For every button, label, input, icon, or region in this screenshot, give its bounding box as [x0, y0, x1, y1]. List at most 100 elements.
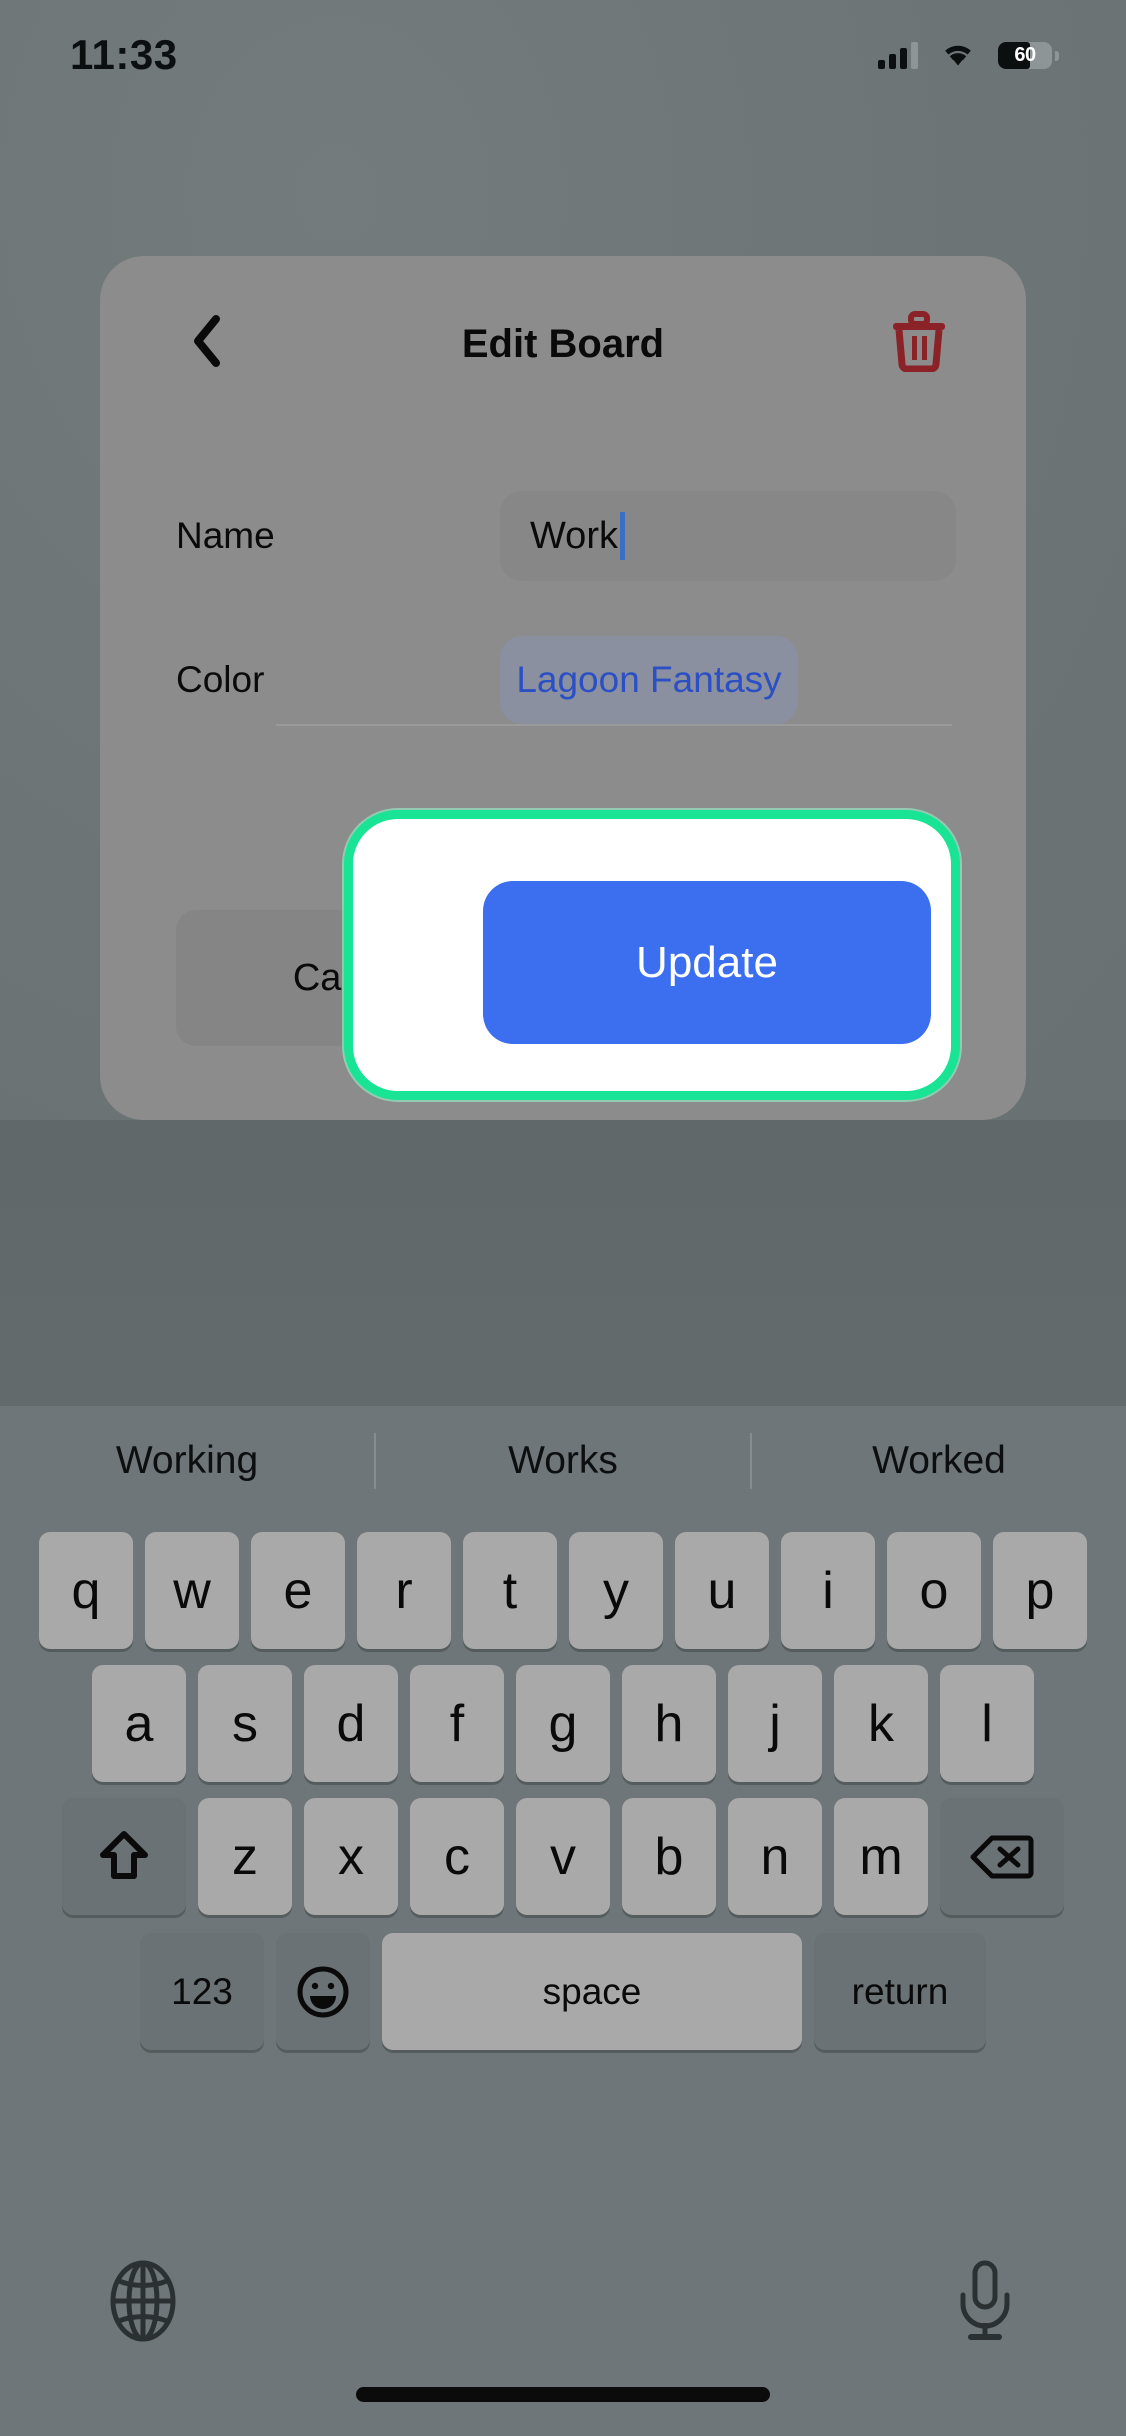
- key-b[interactable]: b: [622, 1798, 716, 1915]
- home-indicator[interactable]: [356, 2387, 770, 2402]
- autocomplete-suggestion-bar: Working Works Worked: [0, 1406, 1126, 1516]
- wifi-icon: [945, 45, 971, 66]
- dialog-header: Edit Board: [100, 256, 1026, 436]
- key-label: v: [550, 1827, 576, 1886]
- suggestion-item[interactable]: Working: [0, 1439, 374, 1483]
- key-label: n: [760, 1827, 790, 1886]
- suggestion-item[interactable]: Worked: [752, 1439, 1126, 1483]
- status-bar-indicators: 60: [878, 41, 1059, 69]
- keyboard-row-4: 123 space return: [0, 1933, 1126, 2050]
- key-label: j: [769, 1694, 781, 1753]
- key-label: x: [338, 1827, 364, 1886]
- keyboard-row-2: a s d f g h j k l: [0, 1665, 1126, 1782]
- name-label: Name: [176, 515, 275, 556]
- key-label: h: [654, 1694, 684, 1753]
- backspace-key[interactable]: [940, 1798, 1064, 1915]
- backspace-icon: [970, 1835, 1034, 1878]
- key-w[interactable]: w: [145, 1532, 239, 1649]
- key-f[interactable]: f: [410, 1665, 504, 1782]
- dictation-key[interactable]: [940, 2256, 1030, 2346]
- key-label: w: [173, 1561, 211, 1620]
- key-y[interactable]: y: [569, 1532, 663, 1649]
- key-c[interactable]: c: [410, 1798, 504, 1915]
- key-l[interactable]: l: [940, 1665, 1034, 1782]
- on-screen-keyboard: Working Works Worked q w e r t y u i o p…: [0, 1406, 1126, 2436]
- key-k[interactable]: k: [834, 1665, 928, 1782]
- key-j[interactable]: j: [728, 1665, 822, 1782]
- key-label: k: [868, 1694, 894, 1753]
- battery-icon: 60: [998, 41, 1059, 69]
- update-button[interactable]: Update: [483, 881, 931, 1044]
- color-value-label: Lagoon Fantasy: [516, 659, 782, 700]
- delete-board-button[interactable]: [882, 304, 956, 378]
- key-o[interactable]: o: [887, 1532, 981, 1649]
- globe-key[interactable]: [98, 2256, 188, 2346]
- key-i[interactable]: i: [781, 1532, 875, 1649]
- suggestion-item[interactable]: Works: [376, 1439, 750, 1483]
- form-row-name: Name Work: [100, 478, 1026, 594]
- update-button-label: Update: [636, 937, 778, 987]
- status-bar-clock: 11:33: [70, 31, 178, 78]
- key-label: y: [603, 1561, 629, 1620]
- microphone-icon: [960, 2260, 1010, 2340]
- key-v[interactable]: v: [516, 1798, 610, 1915]
- cellular-bars-icon: [878, 41, 918, 69]
- key-label: return: [851, 1970, 949, 2012]
- dialog-actions: Cancel Update: [100, 810, 1026, 1100]
- key-d[interactable]: d: [304, 1665, 398, 1782]
- edit-board-dialog: Edit Board Name Work Color Lagoon Fantas…: [100, 256, 1026, 1120]
- key-s[interactable]: s: [198, 1665, 292, 1782]
- key-label: o: [919, 1561, 949, 1620]
- key-z[interactable]: z: [198, 1798, 292, 1915]
- shift-arrow-icon: [100, 1830, 148, 1879]
- key-label: l: [981, 1694, 993, 1753]
- key-u[interactable]: u: [675, 1532, 769, 1649]
- key-e[interactable]: e: [251, 1532, 345, 1649]
- key-label: d: [336, 1694, 366, 1753]
- keyboard-row-3: z x c v b n m: [0, 1798, 1126, 1915]
- key-r[interactable]: r: [357, 1532, 451, 1649]
- globe-icon: [110, 2260, 176, 2342]
- status-bar: 11:33 60: [0, 0, 1126, 110]
- key-x[interactable]: x: [304, 1798, 398, 1915]
- key-label: p: [1025, 1561, 1055, 1620]
- battery-percent-label: 60: [1014, 43, 1036, 66]
- keyboard-bottom-bar: [0, 2220, 1126, 2436]
- update-button-highlight: Update: [344, 810, 960, 1100]
- text-caret: [619, 512, 625, 560]
- key-label: z: [232, 1827, 258, 1886]
- form-row-color: Color Lagoon Fantasy: [100, 622, 1026, 738]
- color-picker-button[interactable]: Lagoon Fantasy: [500, 636, 798, 724]
- trash-icon: [893, 311, 945, 372]
- key-a[interactable]: a: [92, 1665, 186, 1782]
- key-g[interactable]: g: [516, 1665, 610, 1782]
- shift-key[interactable]: [62, 1798, 186, 1915]
- key-label: a: [124, 1694, 154, 1753]
- key-label: c: [444, 1827, 470, 1886]
- key-q[interactable]: q: [39, 1532, 133, 1649]
- key-label: b: [654, 1827, 684, 1886]
- key-label: i: [822, 1561, 834, 1620]
- key-label: s: [232, 1694, 258, 1753]
- key-label: r: [395, 1561, 413, 1620]
- keyboard-row-1: q w e r t y u i o p: [0, 1532, 1126, 1649]
- space-key[interactable]: space: [382, 1933, 802, 2050]
- name-input[interactable]: Work: [500, 491, 956, 581]
- key-label: q: [71, 1561, 101, 1620]
- key-label: t: [502, 1561, 518, 1620]
- key-label: u: [707, 1561, 737, 1620]
- key-label: 123: [171, 1970, 233, 2012]
- emoji-key[interactable]: [276, 1933, 370, 2050]
- key-label: space: [542, 1970, 642, 2012]
- key-m[interactable]: m: [834, 1798, 928, 1915]
- return-key[interactable]: return: [814, 1933, 986, 2050]
- key-label: m: [859, 1827, 903, 1886]
- key-label: e: [283, 1561, 313, 1620]
- key-t[interactable]: t: [463, 1532, 557, 1649]
- numbers-key[interactable]: 123: [140, 1933, 264, 2050]
- key-label: f: [449, 1694, 465, 1753]
- key-h[interactable]: h: [622, 1665, 716, 1782]
- key-p[interactable]: p: [993, 1532, 1087, 1649]
- name-input-value: Work: [530, 514, 618, 557]
- key-n[interactable]: n: [728, 1798, 822, 1915]
